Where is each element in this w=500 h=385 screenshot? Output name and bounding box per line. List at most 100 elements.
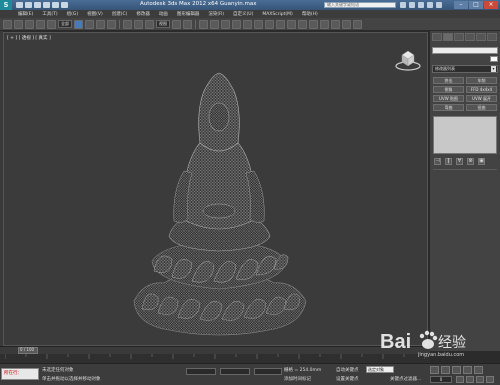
- rectangular-selection-button[interactable]: [96, 19, 105, 29]
- key-selection-dropdown[interactable]: 选定对象: [366, 366, 394, 373]
- menu-views[interactable]: 视图(V): [87, 11, 103, 17]
- material-editor-button[interactable]: [320, 19, 329, 29]
- play-icon[interactable]: [452, 366, 461, 374]
- select-rotate-button[interactable]: [134, 19, 143, 29]
- hierarchy-tab-icon[interactable]: [454, 33, 464, 41]
- render-production-button[interactable]: [353, 19, 362, 29]
- spinner-snap-button[interactable]: [232, 19, 241, 29]
- favorites-icon[interactable]: [427, 2, 433, 8]
- perspective-viewport[interactable]: [ + ] [ 透视 ] [ 真实 ]: [3, 32, 428, 346]
- redo-button[interactable]: [14, 19, 23, 29]
- undo-button[interactable]: [3, 19, 12, 29]
- modifier-button-bevel[interactable]: 倒角: [433, 86, 464, 93]
- pivot-center-button[interactable]: [172, 19, 181, 29]
- menu-create[interactable]: 创建(C): [112, 11, 128, 17]
- undo-icon[interactable]: [43, 2, 50, 8]
- current-frame-field[interactable]: 0: [430, 376, 452, 383]
- display-tab-icon[interactable]: [476, 33, 486, 41]
- object-color-swatch[interactable]: [490, 56, 498, 62]
- menu-help[interactable]: 帮助(H): [302, 11, 318, 17]
- redo-icon[interactable]: [52, 2, 59, 8]
- select-scale-button[interactable]: [145, 19, 154, 29]
- select-move-button[interactable]: [123, 19, 132, 29]
- previous-frame-icon[interactable]: [441, 366, 450, 374]
- save-file-icon[interactable]: [34, 2, 41, 8]
- menu-animation[interactable]: 动画: [159, 11, 168, 17]
- app-logo-icon[interactable]: S: [0, 0, 12, 10]
- subscription-icon[interactable]: [409, 2, 415, 8]
- modifier-stack-list[interactable]: [433, 116, 497, 154]
- menu-edit[interactable]: 编辑(E): [18, 11, 33, 17]
- link-icon[interactable]: [25, 19, 34, 29]
- add-time-tag-button[interactable]: 添加时间标记: [284, 376, 311, 382]
- modifier-button-ffd[interactable]: FFD 4x4x4: [466, 86, 497, 93]
- window-crossing-button[interactable]: [107, 19, 116, 29]
- modifier-button-unwrap-uvw[interactable]: UVW 展开: [466, 95, 497, 102]
- communication-icon[interactable]: [418, 2, 424, 8]
- select-manipulate-button[interactable]: [183, 19, 192, 29]
- rendered-frame-window-button[interactable]: [342, 19, 351, 29]
- menu-group[interactable]: 组(G): [67, 11, 79, 17]
- new-file-icon[interactable]: [16, 2, 23, 8]
- named-selection-button[interactable]: [243, 19, 252, 29]
- angle-snap-button[interactable]: [210, 19, 219, 29]
- configure-modifier-sets-icon[interactable]: ▣: [478, 158, 485, 165]
- menu-graph-editors[interactable]: 图形编辑器: [177, 11, 200, 17]
- select-object-button[interactable]: [74, 19, 83, 29]
- menu-modifiers[interactable]: 修改器: [136, 11, 150, 17]
- menu-rendering[interactable]: 渲染(R): [208, 11, 224, 17]
- maxscript-listener-mini[interactable]: 所在行：: [1, 368, 39, 380]
- z-coordinate-field[interactable]: [254, 368, 282, 375]
- show-end-result-icon[interactable]: ‖: [445, 158, 452, 165]
- viewport-label[interactable]: [ + ] [ 透视 ] [ 真实 ]: [7, 35, 51, 41]
- go-to-start-icon[interactable]: [430, 366, 439, 374]
- modifier-button-bend[interactable]: 弯曲: [433, 104, 464, 111]
- layer-manager-button[interactable]: [276, 19, 285, 29]
- unlink-icon[interactable]: [36, 19, 45, 29]
- track-bar[interactable]: [0, 354, 430, 363]
- render-setup-button[interactable]: [331, 19, 340, 29]
- graphite-toggle-button[interactable]: [287, 19, 296, 29]
- viewcube-icon[interactable]: [394, 47, 422, 73]
- next-frame-icon[interactable]: [463, 366, 472, 374]
- pin-stack-icon[interactable]: ⊣: [434, 158, 441, 165]
- modifier-list-dropdown[interactable]: 修改器列表 ▾: [432, 65, 498, 73]
- modify-tab-icon[interactable]: [443, 33, 453, 41]
- go-to-end-icon[interactable]: [474, 366, 483, 374]
- object-name-field[interactable]: [432, 47, 498, 54]
- auto-key-button[interactable]: 自动关键点: [336, 367, 359, 373]
- bind-spacewarp-icon[interactable]: [47, 19, 56, 29]
- select-by-name-button[interactable]: [85, 19, 94, 29]
- y-coordinate-field[interactable]: [220, 368, 250, 375]
- search-input[interactable]: 输入关键字或短语: [324, 2, 396, 8]
- project-folder-icon[interactable]: [61, 2, 68, 8]
- guanyin-statue-model[interactable]: [124, 61, 314, 341]
- zoom-icon[interactable]: [456, 376, 464, 383]
- close-button[interactable]: ×: [484, 1, 498, 9]
- orbit-icon[interactable]: [476, 376, 484, 383]
- modifier-button-uvw-map[interactable]: UVW 贴图: [433, 95, 464, 102]
- create-tab-icon[interactable]: [432, 33, 442, 41]
- utilities-tab-icon[interactable]: [487, 33, 497, 41]
- pan-icon[interactable]: [466, 376, 474, 383]
- modifier-button-lathe[interactable]: 车削: [466, 77, 497, 84]
- reference-coordinate-dropdown[interactable]: 视图: [156, 20, 170, 28]
- help-icon[interactable]: [436, 2, 442, 8]
- set-key-button[interactable]: 设置关键点: [336, 376, 359, 382]
- minimize-button[interactable]: –: [454, 1, 468, 9]
- mirror-button[interactable]: [254, 19, 263, 29]
- menu-maxscript[interactable]: MAXScript(M): [262, 12, 293, 17]
- key-filters-button[interactable]: 关键点过滤器...: [390, 376, 421, 382]
- menu-tools[interactable]: 工具(T): [42, 11, 57, 17]
- maximize-viewport-icon[interactable]: [486, 376, 494, 383]
- align-button[interactable]: [265, 19, 274, 29]
- percent-snap-button[interactable]: [221, 19, 230, 29]
- x-coordinate-field[interactable]: [186, 368, 216, 375]
- remove-modifier-icon[interactable]: ⊗: [467, 158, 474, 165]
- modifier-button-extrude[interactable]: 挤出: [433, 77, 464, 84]
- snaps-toggle-button[interactable]: [199, 19, 208, 29]
- search-icon[interactable]: [400, 2, 406, 8]
- modifier-button-twist[interactable]: 扭曲: [466, 104, 497, 111]
- time-slider[interactable]: 0 / 100: [0, 346, 430, 354]
- maximize-button[interactable]: □: [469, 1, 483, 9]
